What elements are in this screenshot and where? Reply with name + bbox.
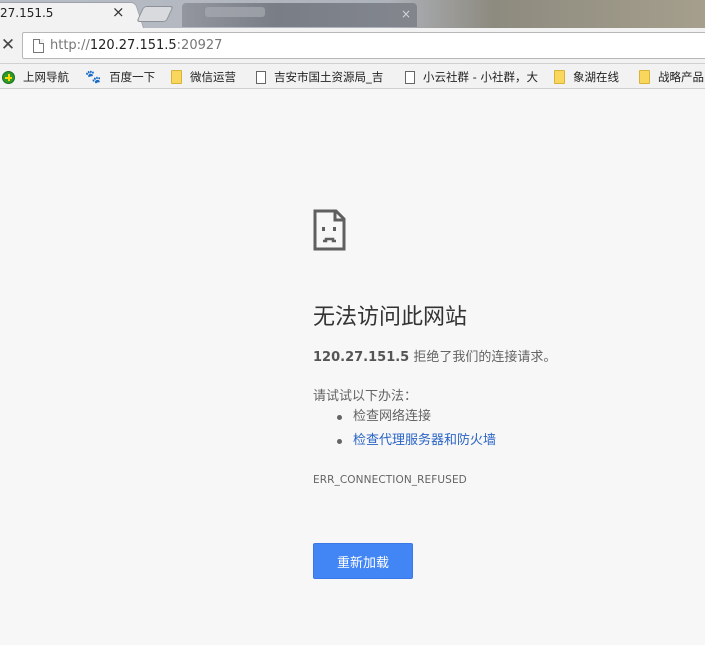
bookmark-baidu[interactable]: 🐾 百度一下 <box>85 68 155 86</box>
url-text[interactable]: http://120.27.151.5:20927 <box>50 38 222 53</box>
url-host: 120.27.151.5 <box>89 38 177 53</box>
bookmark-label: 小云社群 - 小社群，大 <box>423 70 538 84</box>
bookmark-label: 战略产品 <box>658 70 704 84</box>
suggestions-list: 检查网络连接 检查代理服务器和防火墙 <box>336 409 496 457</box>
error-code: ERR_CONNECTION_REFUSED <box>313 474 467 486</box>
bookmark-label: 百度一下 <box>109 70 156 84</box>
page-info-icon[interactable] <box>33 39 44 53</box>
bookmark-label: 微信运营 <box>190 70 236 84</box>
error-description: 120.27.151.5 拒绝了我们的连接请求。 <box>313 346 556 365</box>
suggestion-check-proxy-link[interactable]: 检查代理服务器和防火墙 <box>336 433 496 457</box>
sad-page-icon <box>313 209 346 251</box>
error-title: 无法访问此网站 <box>313 305 468 330</box>
plus-circle-icon <box>2 70 15 84</box>
tab-close-icon[interactable]: × <box>112 4 125 20</box>
bookmark-label: 象湖在线 <box>573 70 619 84</box>
tab-title: 27.151.5 <box>0 6 54 20</box>
bookmark-label: 上网导航 <box>23 70 69 84</box>
tab-strip: 27.151.5 × × <box>0 0 705 28</box>
bookmarks-bar: 上网导航 🐾 百度一下 微信运营 吉安市国土资源局_吉 小云社群 - 小社群，大… <box>0 64 705 89</box>
stop-loading-icon[interactable]: ✕ <box>0 35 18 55</box>
bookmark-shangwang[interactable]: 上网导航 <box>2 68 69 86</box>
new-tab-button[interactable] <box>136 6 174 22</box>
browser-toolbar: ✕ http://120.27.151.5:20927 <box>0 28 705 64</box>
folder-icon <box>639 70 650 84</box>
error-host: 120.27.151.5 <box>313 350 410 365</box>
reload-button[interactable]: 重新加载 <box>313 543 413 579</box>
bookmark-guotu[interactable]: 吉安市国土资源局_吉 <box>256 68 383 86</box>
page-icon <box>405 70 415 84</box>
address-bar[interactable]: http://120.27.151.5:20927 <box>22 32 705 59</box>
folder-icon <box>554 70 565 84</box>
baidu-paw-icon: 🐾 <box>85 69 102 85</box>
suggestion-check-network: 检查网络连接 <box>336 409 496 433</box>
bookmark-zhanlue[interactable]: 战略产品 <box>639 68 704 86</box>
folder-icon <box>171 70 182 84</box>
background-tab-title <box>205 7 265 17</box>
bookmark-xianghu[interactable]: 象湖在线 <box>554 68 619 86</box>
error-message: 拒绝了我们的连接请求。 <box>409 350 557 365</box>
suggestions-heading: 请试试以下办法： <box>313 389 418 404</box>
url-port: :20927 <box>176 38 223 53</box>
background-tab-close-icon[interactable]: × <box>401 7 411 21</box>
bookmark-label: 吉安市国土资源局_吉 <box>274 70 384 84</box>
bookmark-xiaoyun[interactable]: 小云社群 - 小社群，大 <box>405 68 538 86</box>
page-icon <box>256 70 266 84</box>
url-scheme: http:// <box>50 38 90 53</box>
bookmark-weixin[interactable]: 微信运营 <box>171 68 236 86</box>
